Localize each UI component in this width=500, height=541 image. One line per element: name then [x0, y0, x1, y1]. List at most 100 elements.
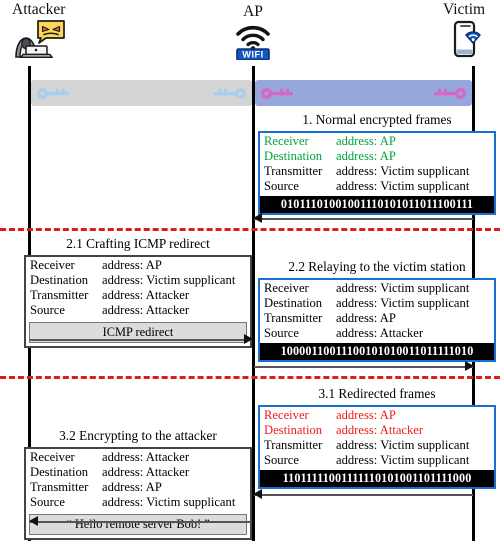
arrow-head-left: [253, 213, 262, 223]
hacker-laptop-icon: [6, 18, 116, 59]
address-row-destination: Destination address: Attacker: [30, 465, 247, 480]
phase-3-1-encrypted-payload: 11011111001111110101001101111000: [260, 469, 494, 488]
arrow-head-right: [465, 361, 474, 371]
address-field-value: address: Attacker: [102, 287, 190, 302]
address-row-receiver: Receiver address: Victim supplicant: [264, 281, 491, 296]
address-field-label: Transmitter: [264, 437, 323, 452]
phase-3-1-address-table: Receiver address: AP Destination address…: [260, 407, 494, 470]
arrow-shaft: [254, 366, 473, 368]
arrow-head-right: [244, 334, 253, 344]
address-row-receiver: Receiver address: Attacker: [30, 450, 247, 465]
message-arrow-victim-to-ap: [253, 213, 473, 224]
address-row-source: Source address: Victim supplicant: [264, 179, 491, 194]
actor-ap: AP WIFI: [213, 3, 293, 61]
wifi-access-point-icon: WIFI: [213, 20, 293, 61]
phase-3-2-address-table: Receiver address: Attacker Destination a…: [26, 449, 250, 512]
phase-1-address-table: Receiver address: AP Destination address…: [260, 133, 494, 196]
address-field-value: address: AP: [336, 310, 396, 325]
address-field-label: Transmitter: [264, 163, 323, 178]
address-field-label: Receiver: [30, 449, 75, 464]
address-row-destination: Destination address: Victim supplicant: [30, 273, 247, 288]
address-field-value: address: Victim supplicant: [102, 272, 236, 287]
address-field-value: address: Attacker: [102, 449, 190, 464]
arrow-shaft: [254, 218, 473, 220]
address-field-label: Destination: [264, 422, 323, 437]
arrow-head-left: [253, 489, 262, 499]
address-field-value: address: AP: [336, 133, 396, 148]
address-field-value: address: AP: [102, 257, 162, 272]
address-field-label: Receiver: [264, 280, 309, 295]
phase-1-encrypted-payload: 01011101001001110101011011100111: [260, 195, 494, 214]
address-field-value: address: Victim supplicant: [102, 494, 236, 509]
actor-attacker-label: Attacker: [12, 1, 66, 18]
address-field-label: Transmitter: [30, 479, 89, 494]
arrow-shaft: [254, 494, 473, 496]
address-row-destination: Destination address: AP: [264, 149, 491, 164]
key-icon: [31, 87, 70, 100]
address-row-receiver: Receiver address: AP: [30, 258, 247, 273]
address-field-label: Destination: [30, 464, 89, 479]
address-field-value: address: Attacker: [102, 464, 190, 479]
key-bar-ap-victim: [255, 80, 472, 106]
phase-1-frame: Receiver address: AP Destination address…: [258, 130, 496, 216]
lifeline-ap: [252, 66, 255, 541]
address-field-label: Receiver: [30, 257, 75, 272]
actor-victim-label: Victim: [442, 1, 486, 18]
actor-victim: Victim: [432, 1, 496, 58]
phase-1-normal-encrypted-frames: 1. Normal encrypted frames Receiver addr…: [258, 112, 496, 216]
key-icon: [433, 87, 472, 100]
address-field-label: Source: [30, 494, 65, 509]
address-row-transmitter: Transmitter address: AP: [264, 311, 491, 326]
phase-2-2-title: 2.2 Relaying to the victim station: [288, 259, 466, 274]
phase-1-title: 1. Normal encrypted frames: [302, 112, 452, 127]
address-field-value: address: Victim supplicant: [336, 437, 470, 452]
address-field-label: Destination: [264, 148, 323, 163]
message-arrow-ap-to-attacker: [29, 516, 252, 527]
phase-2-2-encrypted-payload: 10000110011100101010011011111010: [260, 342, 494, 361]
phase-2-1-address-table: Receiver address: AP Destination address…: [26, 257, 250, 320]
address-row-source: Source address: Attacker: [264, 326, 491, 341]
address-field-label: Source: [264, 178, 299, 193]
phase-2-1-crafting-icmp-redirect: 2.1 Crafting ICMP redirect Receiver addr…: [24, 236, 252, 349]
address-row-transmitter: Transmitter address: Victim supplicant: [264, 164, 491, 179]
address-field-label: Destination: [30, 272, 89, 287]
address-row-source: Source address: Victim supplicant: [264, 453, 491, 468]
address-row-transmitter: Transmitter address: Victim supplicant: [264, 438, 491, 453]
address-field-value: address: Victim supplicant: [336, 178, 470, 193]
arrow-shaft: [30, 339, 252, 341]
actor-attacker: Attacker: [6, 1, 116, 59]
message-arrow-attacker-to-ap: [30, 334, 253, 345]
key-icon: [213, 87, 252, 100]
phase-2-2-address-table: Receiver address: Victim supplicant Dest…: [260, 280, 494, 343]
key-bar-attacker-ap: [31, 80, 252, 106]
phase-divider-2: [0, 376, 500, 379]
address-row-source: Source address: Attacker: [30, 303, 247, 318]
address-row-source: Source address: Victim supplicant: [30, 495, 247, 510]
address-field-value: address: Attacker: [102, 302, 190, 317]
address-row-receiver: Receiver address: AP: [264, 408, 491, 423]
address-row-destination: Destination address: Attacker: [264, 423, 491, 438]
address-field-label: Destination: [264, 295, 323, 310]
message-arrow-victim-to-ap-redirected: [253, 489, 473, 500]
address-field-label: Receiver: [264, 133, 309, 148]
address-field-label: Source: [264, 325, 299, 340]
address-field-value: address: Attacker: [336, 325, 424, 340]
address-row-destination: Destination address: Victim supplicant: [264, 296, 491, 311]
phase-divider-1: [0, 228, 500, 231]
address-field-label: Source: [30, 302, 65, 317]
wifi-redirect-attack-sequence-diagram: Attacker AP WIFI Victim 1. Normal encryp…: [0, 0, 500, 541]
phase-2-2-frame: Receiver address: Victim supplicant Dest…: [258, 277, 496, 363]
address-row-transmitter: Transmitter address: Attacker: [30, 288, 247, 303]
smartphone-wifi-icon: [432, 18, 496, 58]
actor-ap-label: AP: [243, 3, 263, 20]
phase-3-1-frame: Receiver address: AP Destination address…: [258, 404, 496, 490]
address-field-label: Transmitter: [30, 287, 89, 302]
phase-3-2-title: 3.2 Encrypting to the attacker: [59, 428, 217, 443]
svg-text:WIFI: WIFI: [242, 50, 263, 60]
address-field-value: address: AP: [102, 479, 162, 494]
address-field-value: address: AP: [336, 148, 396, 163]
address-field-value: address: AP: [336, 407, 396, 422]
address-row-transmitter: Transmitter address: AP: [30, 480, 247, 495]
arrow-head-left: [29, 516, 38, 526]
arrow-shaft: [30, 521, 252, 523]
